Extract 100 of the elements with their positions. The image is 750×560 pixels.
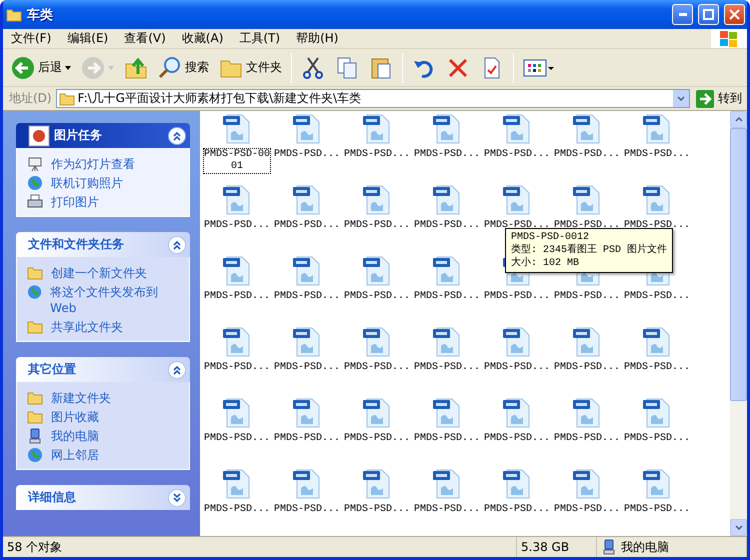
file-name[interactable]: PMDS-PSD... xyxy=(344,362,410,374)
file-name[interactable]: PMDS-PSD... xyxy=(274,433,340,445)
file-name[interactable]: PMDS-PSD... xyxy=(554,504,620,516)
search-button[interactable]: 搜索 xyxy=(154,52,213,84)
tooltip-line: 类型: 2345看图王 PSD 图片文件 xyxy=(511,244,668,256)
file-name[interactable]: PMDS-PSD... xyxy=(344,220,410,232)
close-icon xyxy=(729,9,740,20)
computer-icon xyxy=(601,539,617,555)
file-name[interactable]: PMDS-PSD... xyxy=(624,149,690,161)
collapse-chevron-icon xyxy=(172,364,182,374)
menu-item[interactable]: 文件(F) xyxy=(3,30,60,47)
shared-folder-icon xyxy=(27,319,43,335)
file-name[interactable]: PMDS-PSD... xyxy=(344,433,410,445)
file-name[interactable]: PMDS-PSD... xyxy=(554,433,620,445)
panel-title: 其它位置 xyxy=(28,361,77,378)
globe-upload-icon xyxy=(27,284,42,300)
panel-header[interactable]: 其它位置 xyxy=(16,357,190,382)
panel-header[interactable]: 详细信息 xyxy=(16,485,190,510)
file-name[interactable]: PMDS-PSD... xyxy=(624,433,690,445)
task-link[interactable]: 我的电脑 xyxy=(27,428,181,444)
file-name[interactable]: PMDS-PSD... xyxy=(624,220,690,232)
file-name[interactable]: PMDS-PSD... xyxy=(554,291,620,303)
globe-photo-icon xyxy=(27,175,43,191)
panel-header[interactable]: 文件和文件夹任务 xyxy=(16,232,190,257)
menu-item[interactable]: 帮助(H) xyxy=(288,30,346,47)
expand-button[interactable] xyxy=(168,488,186,506)
file-name[interactable]: PMDS-PSD... xyxy=(484,220,550,232)
file-name[interactable]: PMDS-PSD-0001 xyxy=(204,149,270,173)
panel-title: 图片任务 xyxy=(54,127,103,144)
file-name[interactable]: PMDS-PSD... xyxy=(624,504,690,516)
file-name[interactable]: PMDS-PSD... xyxy=(484,149,550,161)
task-link[interactable]: 打印图片 xyxy=(27,194,181,210)
go-button[interactable]: 转到 xyxy=(694,90,744,108)
address-field[interactable]: F:\几十G平面设计大师素材打包下载\新建文件夹\车类 xyxy=(56,89,690,108)
scroll-up-button[interactable] xyxy=(730,111,747,128)
file-name[interactable]: PMDS-PSD... xyxy=(204,291,270,303)
file-name[interactable]: PMDS-PSD... xyxy=(554,220,620,232)
file-name[interactable]: PMDS-PSD... xyxy=(484,504,550,516)
menu-item[interactable]: 工具(T) xyxy=(231,30,288,47)
panel-header[interactable]: 图片任务 xyxy=(16,123,190,148)
file-name[interactable]: PMDS-PSD... xyxy=(414,220,480,232)
clipboard-icon xyxy=(369,56,393,80)
panel-title: 文件和文件夹任务 xyxy=(28,236,125,253)
file-name[interactable]: PMDS-PSD... xyxy=(274,362,340,374)
file-name[interactable]: PMDS-PSD... xyxy=(414,433,480,445)
folders-button[interactable]: 文件夹 xyxy=(215,52,286,84)
file-name[interactable]: PMDS-PSD... xyxy=(274,220,340,232)
file-name[interactable]: PMDS-PSD... xyxy=(344,149,410,161)
maximize-button[interactable] xyxy=(698,4,719,25)
minimize-icon xyxy=(678,13,686,16)
folder-up-icon xyxy=(124,56,148,80)
search-icon xyxy=(158,56,182,80)
folder-icon xyxy=(6,6,22,22)
file-name[interactable]: PMDS-PSD... xyxy=(554,149,620,161)
file-name[interactable]: PMDS-PSD... xyxy=(344,504,410,516)
scroll-down-button[interactable] xyxy=(730,519,747,536)
file-name[interactable]: PMDS-PSD... xyxy=(414,291,480,303)
file-name[interactable]: PMDS-PSD... xyxy=(274,149,340,161)
task-link[interactable]: 作为幻灯片查看 xyxy=(27,156,181,172)
task-link[interactable]: 新建文件夹 xyxy=(27,390,181,406)
collapse-button[interactable] xyxy=(168,360,186,378)
file-name[interactable]: PMDS-PSD... xyxy=(624,362,690,374)
file-name[interactable]: PMDS-PSD... xyxy=(274,291,340,303)
caret-icon xyxy=(65,66,71,70)
new-folder-icon xyxy=(27,265,43,281)
task-link[interactable]: 网上邻居 xyxy=(27,447,181,463)
file-name[interactable]: PMDS-PSD... xyxy=(204,220,270,232)
file-name[interactable]: PMDS-PSD... xyxy=(624,291,690,303)
tooltip-line: PMDS-PSD-0012 xyxy=(511,231,590,244)
address-dropdown-button[interactable] xyxy=(673,90,689,107)
scroll-thumb[interactable] xyxy=(730,128,747,401)
file-name[interactable]: PMDS-PSD... xyxy=(414,149,480,161)
minimize-button[interactable] xyxy=(672,4,693,25)
file-name[interactable]: PMDS-PSD... xyxy=(204,433,270,445)
collapse-button[interactable] xyxy=(168,126,186,144)
menu-item[interactable]: 编辑(E) xyxy=(59,30,116,47)
task-link[interactable]: 图片收藏 xyxy=(27,409,181,425)
collapse-button[interactable] xyxy=(168,236,186,254)
file-name[interactable]: PMDS-PSD... xyxy=(484,291,550,303)
menu-item[interactable]: 收藏(A) xyxy=(174,30,232,47)
file-name[interactable]: PMDS-PSD... xyxy=(204,362,270,374)
file-name[interactable]: PMDS-PSD... xyxy=(414,504,480,516)
task-link[interactable]: 将这个文件夹发布到 Web xyxy=(27,284,181,316)
menu-item[interactable]: 查看(V) xyxy=(116,30,174,47)
task-link[interactable]: 联机订购照片 xyxy=(27,175,181,191)
task-link[interactable]: 创建一个新文件夹 xyxy=(27,265,181,281)
file-name[interactable]: PMDS-PSD... xyxy=(484,362,550,374)
file-name[interactable]: PMDS-PSD... xyxy=(344,291,410,303)
file-name[interactable]: PMDS-PSD... xyxy=(204,504,270,516)
caret-icon xyxy=(108,66,114,70)
go-arrow-icon xyxy=(696,90,714,108)
collapse-chevron-icon xyxy=(172,240,182,250)
task-link[interactable]: 共享此文件夹 xyxy=(27,319,181,335)
close-button[interactable] xyxy=(724,4,745,25)
back-button[interactable]: 后退 xyxy=(7,52,75,84)
file-name[interactable]: PMDS-PSD... xyxy=(414,362,480,374)
file-name[interactable]: PMDS-PSD... xyxy=(554,362,620,374)
tooltip-line: 大小: 102 MB xyxy=(511,257,580,270)
file-name[interactable]: PMDS-PSD... xyxy=(274,504,340,516)
file-name[interactable]: PMDS-PSD... xyxy=(484,433,550,445)
